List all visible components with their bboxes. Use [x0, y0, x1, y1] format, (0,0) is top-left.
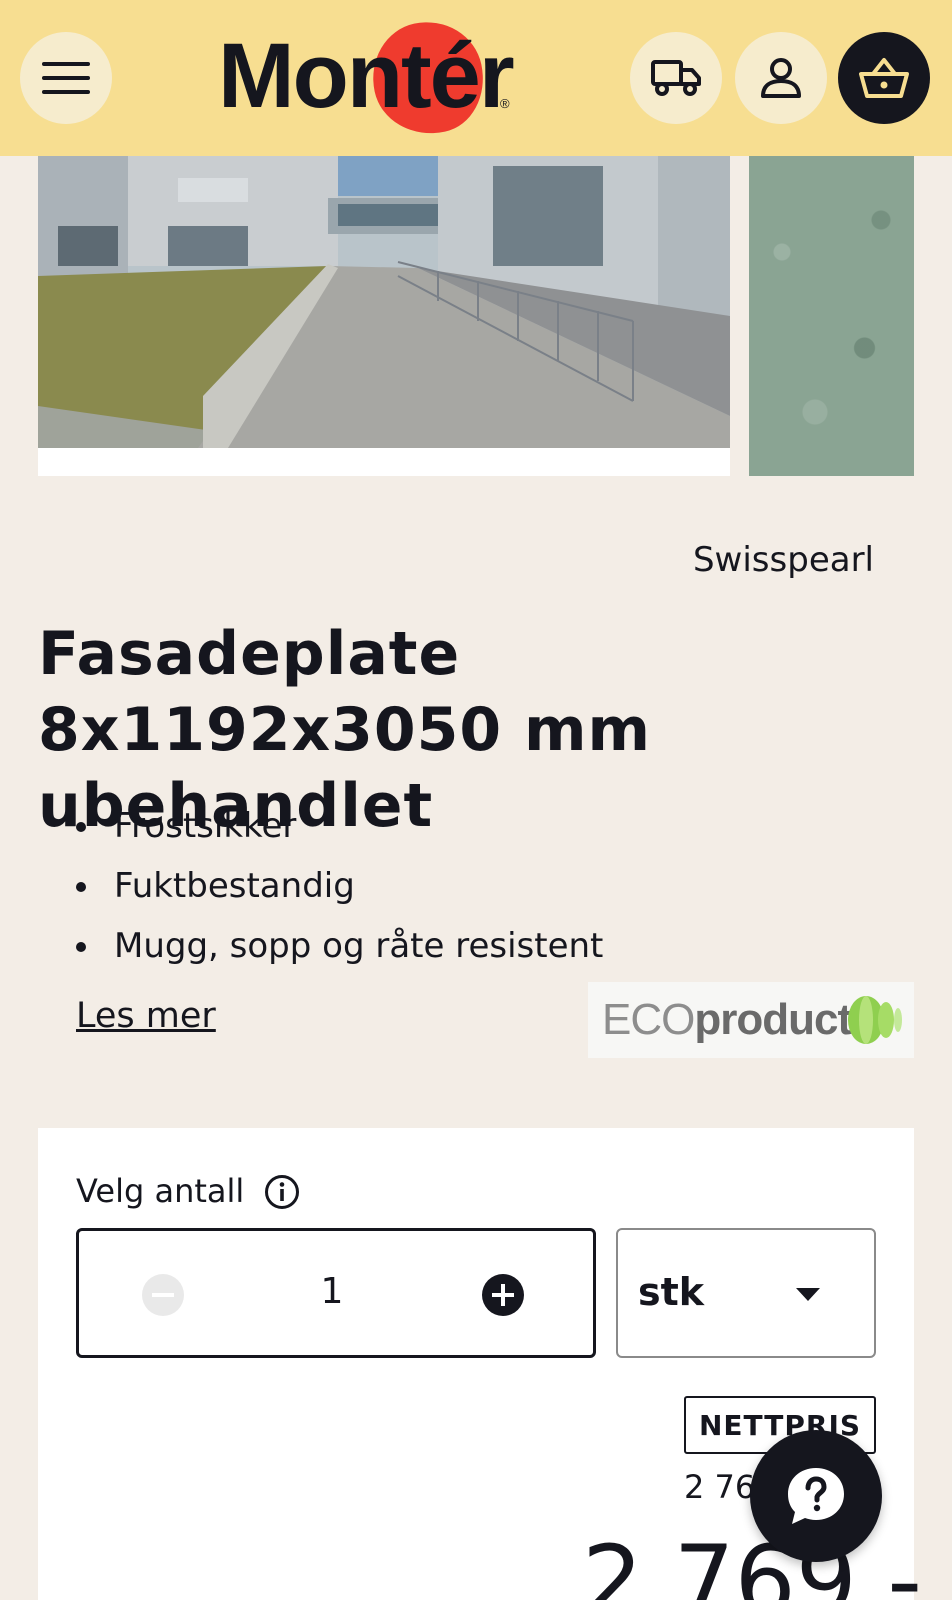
- read-more-link[interactable]: Les mer: [76, 996, 216, 1036]
- total-price: 2 769,-: [582, 1525, 922, 1600]
- help-button[interactable]: [750, 1430, 882, 1562]
- unit-value: stk: [638, 1270, 705, 1314]
- feature-list: Frostsikker Fuktbestandig Mugg, sopp og …: [76, 796, 603, 976]
- basket-icon: [859, 58, 909, 98]
- plus-icon[interactable]: [481, 1273, 525, 1317]
- product-image-main[interactable]: [38, 156, 730, 476]
- feature-item: Fuktbestandig: [76, 856, 603, 916]
- quantity-stepper: 1: [76, 1228, 596, 1358]
- globe-icon: [848, 996, 902, 1044]
- eco-badge-prefix: ECO: [602, 995, 695, 1044]
- menu-button[interactable]: [20, 32, 112, 124]
- eco-badge-word: product: [694, 995, 852, 1044]
- cart-button[interactable]: [838, 32, 930, 124]
- texture-swatch-thumbnail[interactable]: [749, 156, 914, 476]
- caret-down-icon: [796, 1288, 820, 1301]
- logo-text: Montér: [218, 25, 515, 127]
- feature-item: Mugg, sopp og råte resistent: [76, 916, 603, 976]
- truck-icon: [651, 60, 701, 96]
- quantity-label: Velg antall: [76, 1172, 245, 1210]
- unit-select[interactable]: stk: [616, 1228, 876, 1358]
- feature-item: Frostsikker: [76, 796, 603, 856]
- hamburger-icon: [42, 62, 90, 94]
- monter-logo[interactable]: Montér ®: [218, 11, 518, 145]
- building-photo: [38, 156, 730, 448]
- logo-registered-mark: ®: [500, 96, 510, 111]
- account-button[interactable]: [735, 32, 827, 124]
- delivery-button[interactable]: [630, 32, 722, 124]
- user-icon: [761, 58, 801, 98]
- question-bubble-icon: [788, 1468, 844, 1524]
- eco-product-badge: ECO product: [588, 982, 914, 1058]
- brand-name[interactable]: Swisspearl: [693, 540, 874, 580]
- info-icon[interactable]: [264, 1174, 300, 1210]
- site-header: Montér ®: [0, 0, 952, 156]
